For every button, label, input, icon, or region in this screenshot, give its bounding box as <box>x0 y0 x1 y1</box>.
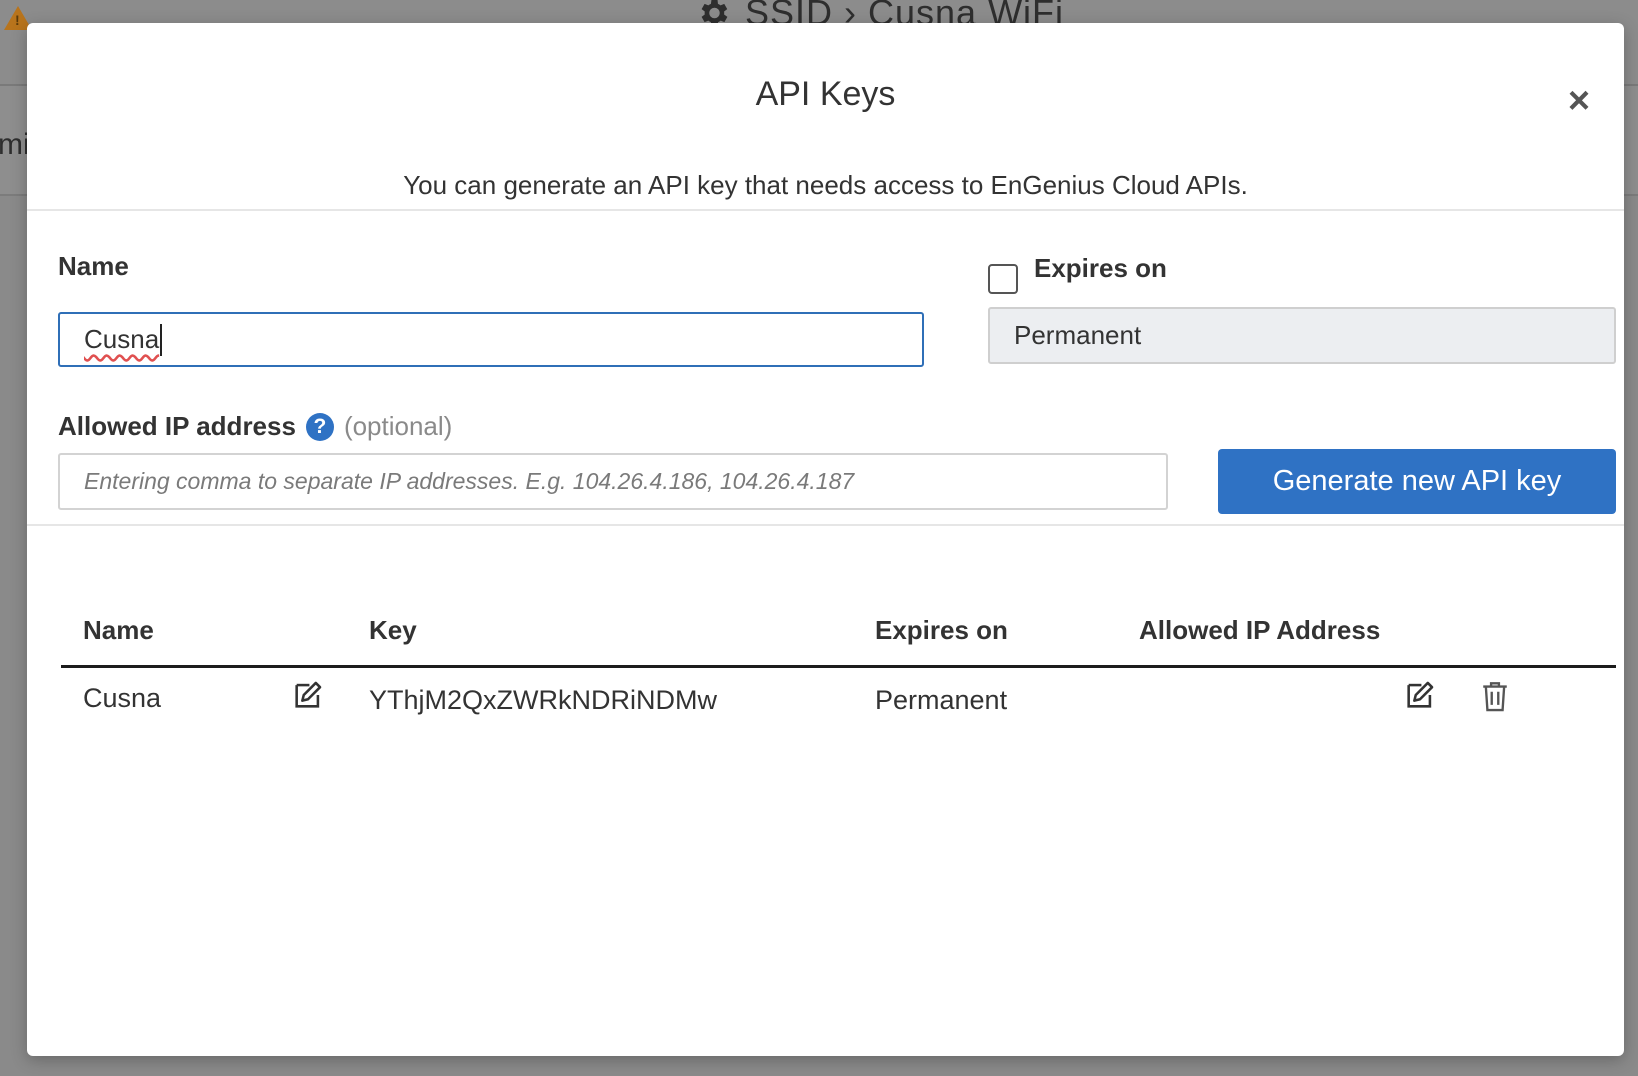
close-icon[interactable]: × <box>1559 81 1599 121</box>
name-input-value: Cusna <box>84 324 160 354</box>
expires-field: Permanent <box>988 307 1616 364</box>
api-keys-modal: API Keys × You can generate an API key t… <box>27 23 1624 1056</box>
divider <box>27 209 1624 211</box>
row-key: YThjM2QxZWRkNDRiNDMw <box>369 685 717 715</box>
ip-label-row: Allowed IP address ? (optional) <box>58 411 452 442</box>
column-header-expires: Expires on <box>875 615 1008 645</box>
ip-optional-label: (optional) <box>343 411 453 441</box>
background-tab-fragment: mi <box>0 128 30 161</box>
help-icon[interactable]: ? <box>305 412 334 441</box>
trash-icon[interactable] <box>1479 680 1511 714</box>
generate-api-key-button[interactable]: Generate new API key <box>1218 449 1616 514</box>
edit-name-icon[interactable] <box>291 678 325 712</box>
modal-description: You can generate an API key that needs a… <box>403 170 1248 200</box>
allowed-ip-input[interactable] <box>58 453 1168 510</box>
text-caret <box>160 323 163 356</box>
ip-label: Allowed IP address <box>58 411 296 441</box>
expires-checkbox[interactable] <box>988 264 1018 294</box>
warning-mark: ! <box>15 12 20 28</box>
row-name: Cusna <box>83 683 162 713</box>
expires-field-value: Permanent <box>1014 320 1142 350</box>
column-header-name: Name <box>83 615 154 645</box>
modal-title: API Keys <box>755 75 896 113</box>
divider <box>27 524 1624 526</box>
column-header-key: Key <box>369 615 417 645</box>
name-label: Name <box>58 251 129 281</box>
row-expires: Permanent <box>875 685 1008 715</box>
edit-row-icon[interactable] <box>1403 678 1437 712</box>
expires-label: Expires on <box>1034 253 1167 283</box>
name-input[interactable]: Cusna <box>58 312 924 367</box>
table-header-rule <box>61 665 1616 668</box>
column-header-allowed-ip: Allowed IP Address <box>1139 615 1381 645</box>
